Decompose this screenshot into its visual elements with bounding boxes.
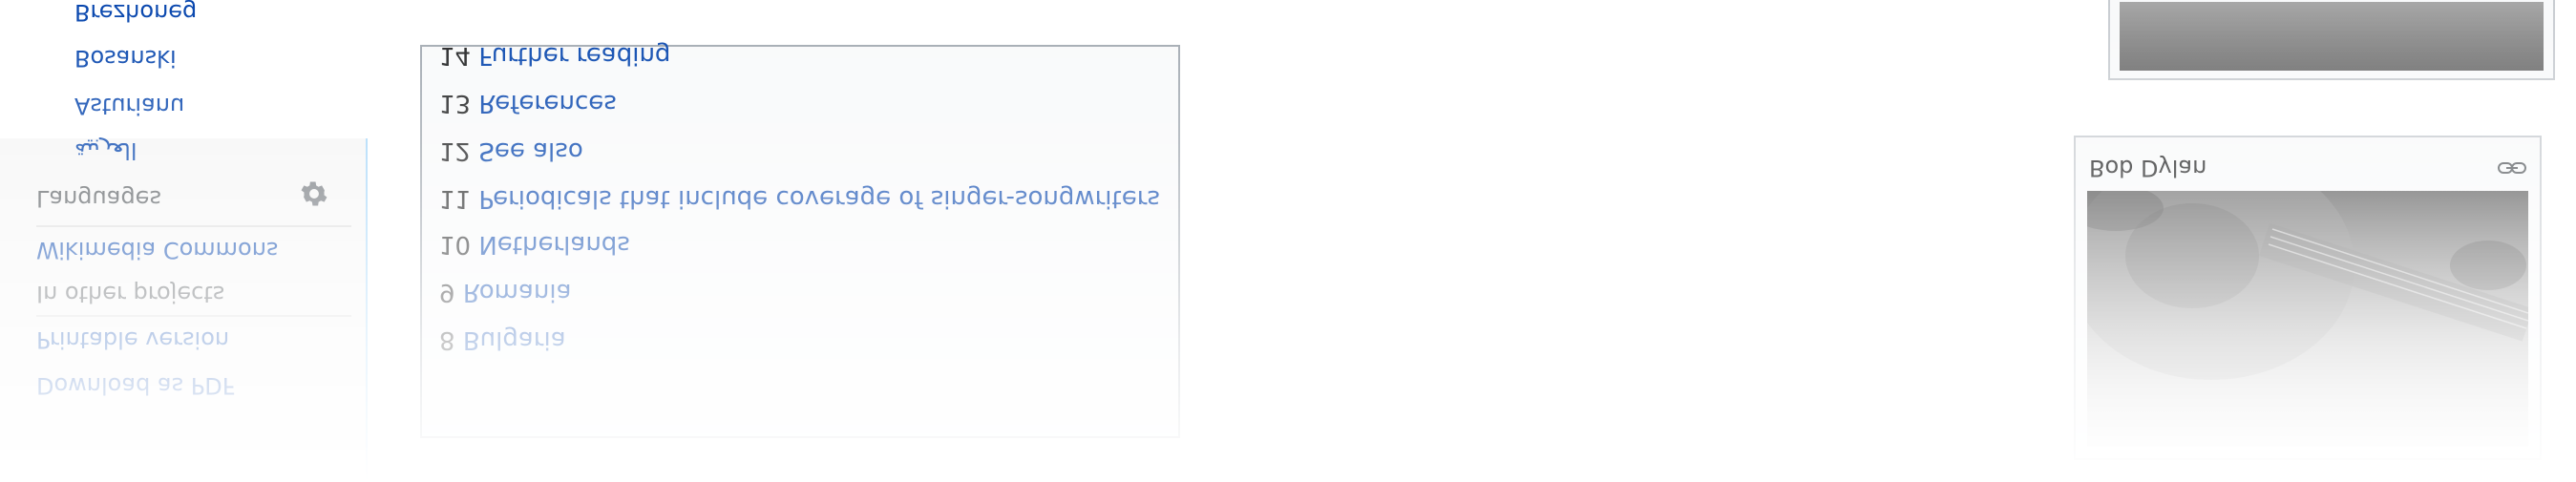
infobox-title: Bob Dylan [2089, 155, 2207, 181]
infobox: Bob Dylan [2074, 136, 2542, 460]
sidebar-item-language-brezhoneg[interactable]: Brezhoneg [74, 0, 197, 26]
link-icon[interactable] [2498, 160, 2526, 176]
thumbnail-image[interactable] [2120, 2, 2544, 71]
gear-icon[interactable] [298, 178, 330, 210]
table-of-contents: 8 Bulgaria 9 Romania 10 Netherlands 11 P… [420, 41, 1180, 438]
sidebar-item-language-arabic[interactable]: العربية [74, 137, 137, 164]
thumbnail-frame [2108, 0, 2555, 80]
sidebar-item-download-pdf[interactable]: Download as PDF [36, 372, 236, 399]
sidebar-separator [36, 225, 351, 227]
toc-item[interactable]: 13 References [439, 89, 617, 117]
toc-item[interactable]: 12 See also [439, 136, 583, 165]
mirrored-page-reflection: Download as PDF Printable version In oth… [0, 0, 2576, 482]
toc-item[interactable]: 11 Periodicals that include coverage of … [439, 184, 1160, 213]
toc-item[interactable]: 10 Netherlands [439, 230, 630, 259]
sidebar-separator [36, 315, 351, 317]
sidebar-item-language-asturianu[interactable]: Asturianu [74, 93, 184, 119]
toc-item[interactable]: 14 Further reading [439, 41, 670, 70]
toc-item[interactable]: 8 Bulgaria [439, 325, 566, 354]
toc-item[interactable]: 9 Romania [439, 278, 572, 306]
sidebar: Download as PDF Printable version In oth… [0, 0, 368, 482]
sidebar-item-language-bosanski[interactable]: Bosanski [74, 45, 177, 72]
guitar-photo [2087, 191, 2528, 447]
sidebar-heading-other-projects: In other projects [36, 281, 225, 307]
sidebar-item-printable-version[interactable]: Printable version [36, 326, 229, 353]
sidebar-item-wikimedia-commons[interactable]: Wikimedia Commons [36, 237, 278, 263]
infobox-photo[interactable] [2087, 191, 2528, 447]
sidebar-heading-languages: Languages [36, 185, 161, 212]
